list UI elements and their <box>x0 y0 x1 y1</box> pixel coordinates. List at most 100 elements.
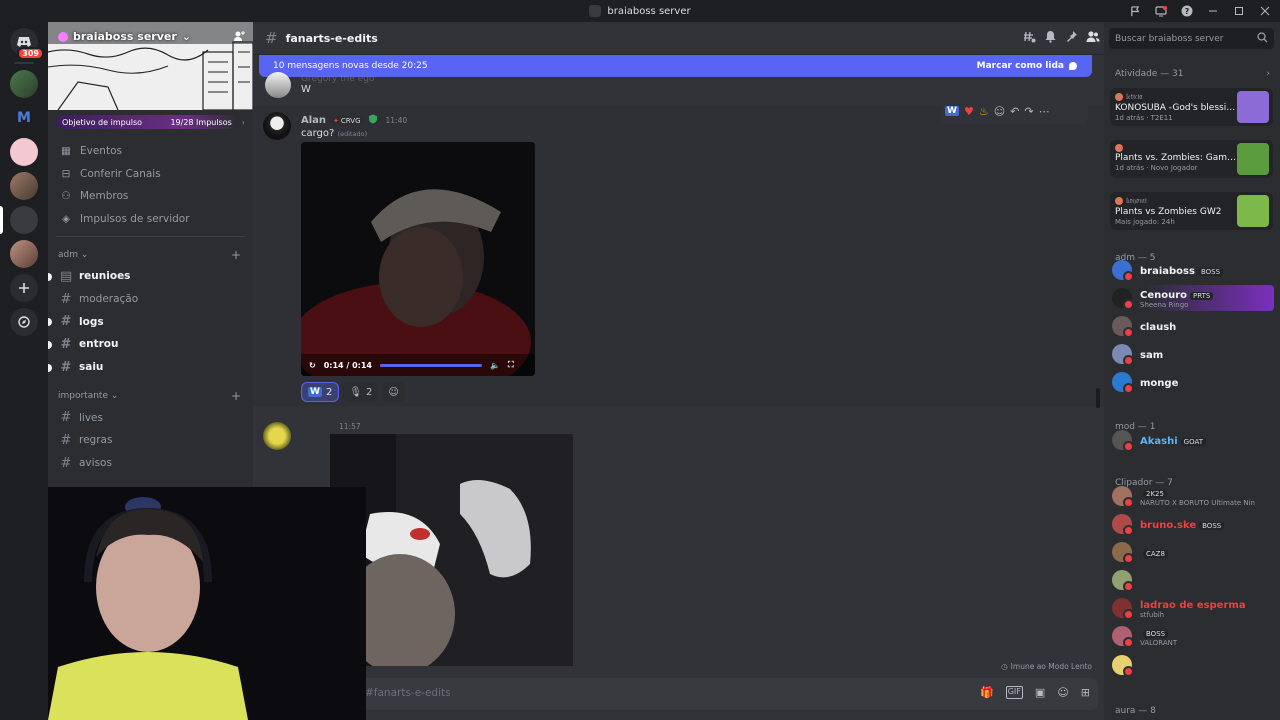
member-item[interactable]: claush <box>1112 313 1272 339</box>
tag-icon: ✦ <box>333 116 339 125</box>
message-composer[interactable]: #fanarts-e-edits 🎁 GIF ▣ ☺ ⊞ <box>265 678 1098 710</box>
server-icon-1[interactable] <box>10 70 38 98</box>
avatar <box>1112 542 1134 564</box>
video-controls: ↻ 0:14 / 0:14 🔈 ⛶ <box>301 354 535 376</box>
close-icon[interactable] <box>1254 0 1276 22</box>
channel-item[interactable]: # lives <box>48 406 253 429</box>
hash-icon: # <box>60 410 72 426</box>
avatar[interactable] <box>265 72 291 98</box>
channel-item[interactable]: # saiu <box>48 356 253 379</box>
reaction-heart-icon[interactable]: ♥ <box>964 105 974 118</box>
channel-name: saiu <box>79 361 104 374</box>
channel-item[interactable]: # entrou <box>48 333 253 356</box>
category-header[interactable]: adm ⌄ + <box>48 245 253 265</box>
boost-progress-bar[interactable]: Objetivo de impulso 19/28 Impulsos <box>56 115 238 129</box>
category-name: importante <box>58 391 109 402</box>
reaction-button[interactable]: 🎙 2 <box>343 382 379 402</box>
add-server-button[interactable] <box>10 274 38 302</box>
search-input[interactable]: Buscar braiaboss server <box>1109 28 1274 49</box>
reaction-w-icon[interactable]: W <box>945 106 959 116</box>
sidebar-item-1[interactable]: ⊟ Conferir Canais <box>48 163 253 186</box>
clock-icon: ◷ <box>1001 662 1008 671</box>
mark-as-read-button[interactable]: Marcar como lida <box>977 61 1078 71</box>
pin-icon[interactable] <box>1065 30 1078 43</box>
member-item[interactable]: Cenouro PRTS Sheena Ringo <box>1112 285 1274 311</box>
threads-icon[interactable] <box>1023 30 1036 43</box>
video-attachment[interactable]: ↻ 0:14 / 0:14 🔈 ⛶ <box>301 142 535 376</box>
create-channel-icon[interactable]: + <box>231 389 241 403</box>
member-item[interactable]: 𝗺𝗼𝗻𝗴𝗲 <box>1112 369 1272 395</box>
invite-people-icon[interactable] <box>233 30 245 42</box>
server-banner[interactable]: braiaboss server ⌄ <box>48 22 253 110</box>
chat-scrollbar[interactable] <box>1096 388 1100 408</box>
emoji-icon[interactable]: ☺ <box>1057 686 1068 699</box>
replay-icon[interactable]: ↻ <box>309 361 316 370</box>
maximize-icon[interactable] <box>1228 0 1250 22</box>
message-author[interactable]: Gregory the ego <box>301 74 375 84</box>
server-icon-active[interactable] <box>0 206 38 234</box>
channel-item[interactable]: # moderação <box>48 288 253 311</box>
server-name-dropdown[interactable]: braiaboss server ⌄ <box>58 30 191 43</box>
sidebar-item-3[interactable]: ◈ Impulsos de servidor <box>48 208 253 231</box>
member-panel: Buscar braiaboss server Atividade — 31 ›… <box>1104 22 1280 720</box>
channel-item[interactable]: # logs <box>48 310 253 333</box>
member-item[interactable]: Akashi GOAT <box>1112 427 1272 453</box>
reaction-fire-icon[interactable]: ♨ <box>979 105 989 118</box>
sidebar-item-0[interactable]: ▦ Eventos <box>48 140 253 163</box>
forward-icon[interactable]: ↷ <box>1024 105 1033 118</box>
avatar <box>1112 316 1134 338</box>
gift-icon[interactable]: 🎁 <box>980 686 994 699</box>
server-icon-6[interactable] <box>10 240 38 268</box>
member-item[interactable]: CAZ8 <box>1112 539 1272 565</box>
video-progress-bar[interactable] <box>380 363 482 367</box>
screen-share-icon[interactable] <box>1150 0 1172 22</box>
video-attachment[interactable] <box>330 434 573 666</box>
user-tag[interactable]: ✦ CRVG <box>330 116 364 125</box>
reaction-button[interactable]: W 2 <box>301 382 340 402</box>
new-messages-bar[interactable]: 10 mensagens novas desde 20:25 Marcar co… <box>259 55 1092 77</box>
message-author[interactable]: Alan <box>301 115 326 126</box>
composer-placeholder[interactable]: #fanarts-e-edits <box>365 687 451 699</box>
member-item[interactable]: sam <box>1112 341 1272 367</box>
channel-item[interactable]: # avisos <box>48 452 253 475</box>
add-reaction-button[interactable]: ☺ <box>382 382 405 402</box>
activity-card[interactable]: Plants vs. Zombies: Game ... 1d atrás · N… <box>1110 140 1273 178</box>
explore-servers-button[interactable] <box>10 308 38 336</box>
help-icon[interactable]: ? <box>1176 0 1198 22</box>
activity-card[interactable]: 𝔩𝔢𝔱𝔦𝔠𝔦𝔞 KONOSUBA -God's blessin... 1d atrá… <box>1110 88 1273 126</box>
member-item[interactable]: bruno.ske BOSS <box>1112 511 1272 537</box>
gif-icon[interactable]: GIF <box>1005 686 1023 699</box>
reply-icon[interactable]: ↶ <box>1010 105 1019 118</box>
member-item[interactable]: 2K25 NARUTO X BORUTO Ultimate Nin <box>1112 483 1272 509</box>
sticker-icon[interactable]: ▣ <box>1035 686 1045 699</box>
avatar[interactable] <box>263 422 291 450</box>
channel-item[interactable]: # regras <box>48 429 253 452</box>
channel-item[interactable]: ▤ reunioes <box>48 265 253 288</box>
chevron-right-icon[interactable]: › <box>1266 69 1270 79</box>
member-item[interactable] <box>1112 567 1272 593</box>
notification-bell-icon[interactable] <box>1044 30 1057 43</box>
sidebar-item-2[interactable]: ⚇ Membros <box>48 185 253 208</box>
direct-messages-button[interactable]: 309 <box>10 28 44 60</box>
member-item[interactable]: braiaboss BOSS <box>1112 257 1272 283</box>
fullscreen-icon[interactable]: ⛶ <box>508 360 514 370</box>
minimize-icon[interactable] <box>1202 0 1224 22</box>
add-reaction-icon[interactable]: ☺ <box>994 105 1005 118</box>
volume-icon[interactable]: 🔈 <box>490 361 500 370</box>
server-icon-m[interactable]: M <box>10 104 38 132</box>
boost-goal[interactable]: Objetivo de impulso 19/28 Impulsos › <box>48 110 253 134</box>
more-options-icon[interactable]: ⋯ <box>1039 105 1050 118</box>
avatar[interactable] <box>263 112 291 140</box>
member-item[interactable]: BOSS VALORANT <box>1112 623 1272 649</box>
inbox-flag-icon[interactable] <box>1124 0 1146 22</box>
apps-icon[interactable]: ⊞ <box>1081 686 1090 699</box>
member-item[interactable] <box>1112 652 1272 678</box>
activity-card[interactable]: 𝔨𝔬𝔶𝔬𝔪𝔦 Plants vs Zombies GW2 Mais jogado: … <box>1110 192 1273 230</box>
server-icon-4[interactable] <box>10 172 38 200</box>
member-item[interactable]: ladrao de esperma stfubih <box>1112 595 1272 621</box>
server-icon-3[interactable] <box>10 138 38 166</box>
member-list-icon[interactable] <box>1086 30 1100 43</box>
avatar <box>1112 288 1134 310</box>
create-channel-icon[interactable]: + <box>231 248 241 262</box>
category-header[interactable]: importante ⌄ + <box>48 386 253 406</box>
